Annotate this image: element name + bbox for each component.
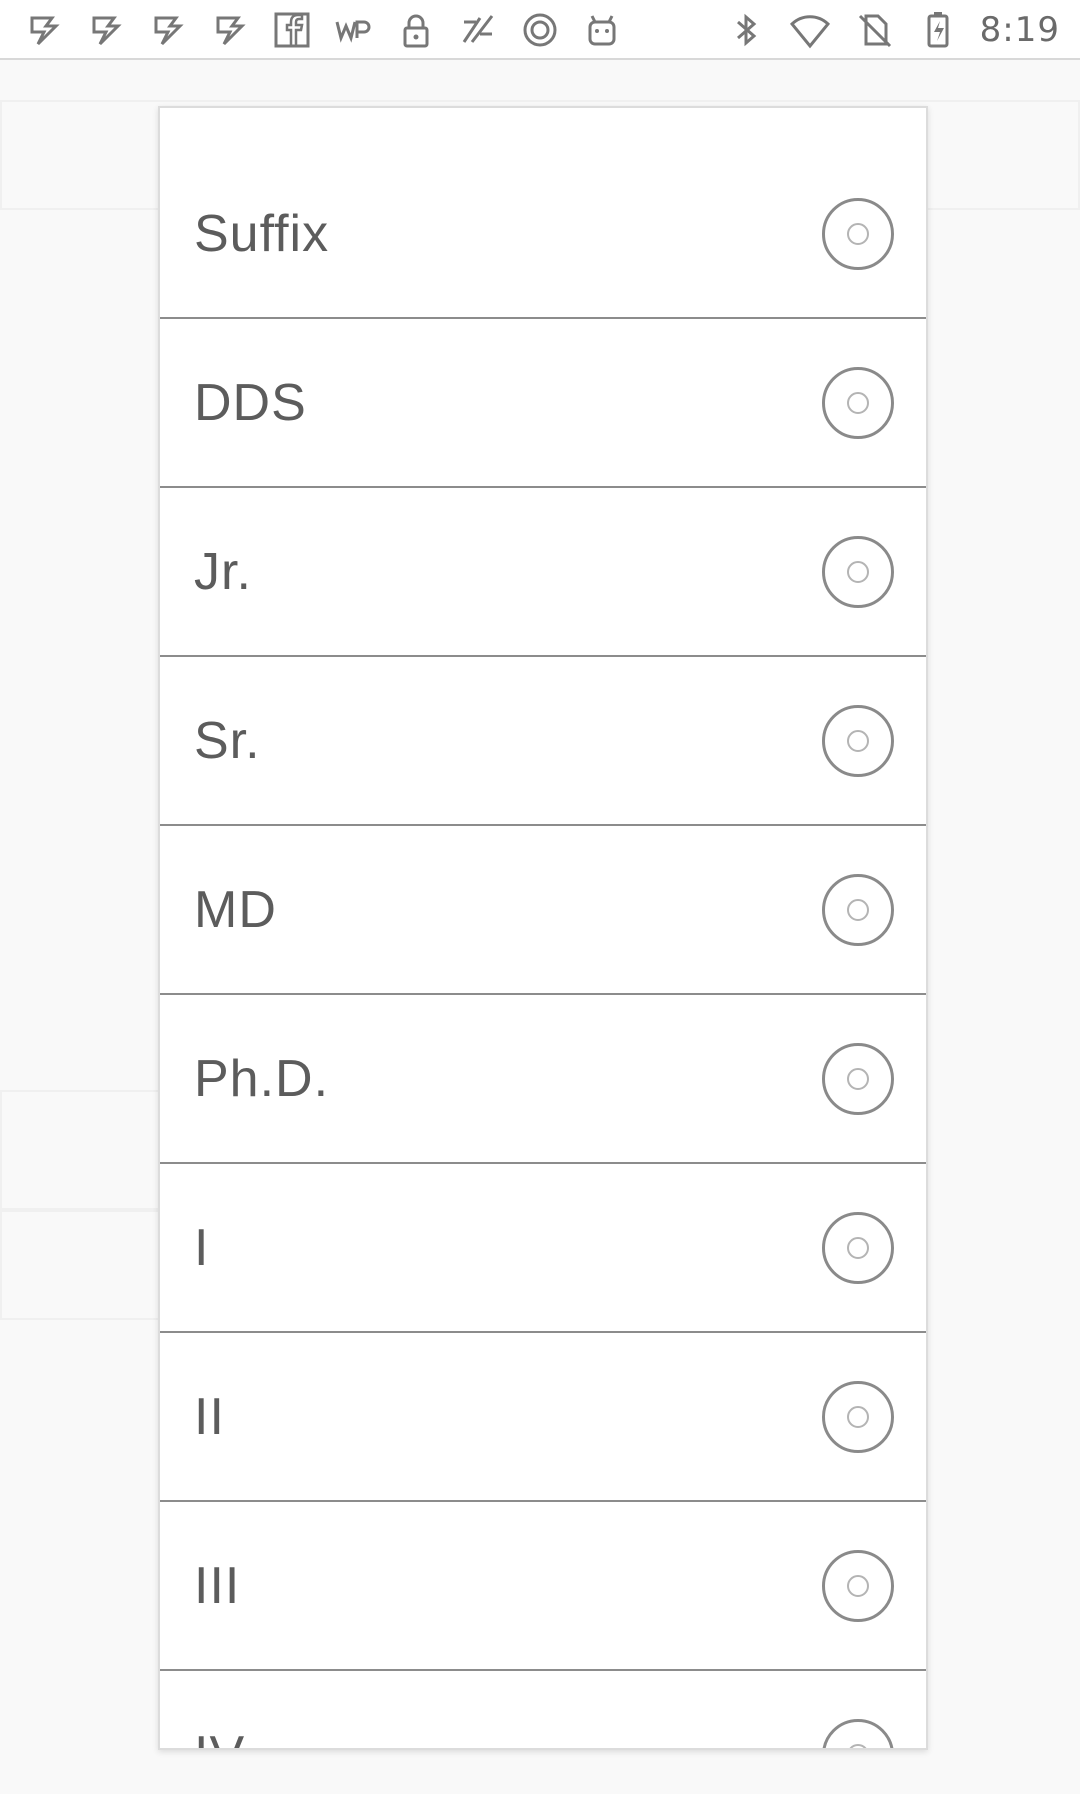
radio-dot (847, 1236, 869, 1259)
suffix-option[interactable]: II (160, 1333, 926, 1502)
background-field (0, 1090, 160, 1210)
radio-button[interactable] (822, 1718, 894, 1748)
suffix-option[interactable]: MD (160, 826, 926, 995)
radio-dot (847, 1574, 869, 1597)
clock: 8:19 (979, 10, 1060, 50)
radio-button[interactable] (822, 1042, 894, 1115)
option-label: Sr. (194, 711, 261, 770)
option-label: IV (194, 1725, 245, 1749)
notification-icons (22, 8, 624, 52)
radio-dot (847, 1743, 869, 1748)
android-icon (580, 8, 624, 52)
system-icons: 8:19 (724, 8, 1060, 52)
washington-post-icon (332, 8, 376, 52)
radio-dot (847, 1067, 869, 1090)
suffix-option[interactable]: Jr. (160, 488, 926, 657)
suffix-option[interactable]: DDS (160, 319, 926, 488)
suffix-option[interactable]: IV (160, 1671, 926, 1749)
suffix-option-list: Suffix DDS Jr. Sr. MD Ph.D. I II III (160, 150, 926, 1749)
radio-button[interactable] (822, 1380, 894, 1453)
suffix-option[interactable]: I (160, 1164, 926, 1333)
battery-charging-icon (916, 8, 960, 52)
option-label: Suffix (194, 204, 330, 263)
radio-button[interactable] (822, 366, 894, 439)
radio-dot (847, 1405, 869, 1428)
status-bar: 8:19 (0, 0, 1080, 60)
facebook-icon (270, 8, 314, 52)
suffix-option[interactable]: III (160, 1502, 926, 1671)
radio-button[interactable] (822, 704, 894, 777)
radio-dot (847, 898, 869, 921)
radio-dot (847, 560, 869, 583)
app-notification-icon (22, 8, 66, 52)
app-notification-icon (84, 8, 128, 52)
app-notification-icon (146, 8, 190, 52)
sports-app-icon (456, 8, 500, 52)
option-label: I (194, 1218, 210, 1277)
option-label: Jr. (194, 542, 252, 601)
radio-button[interactable] (822, 535, 894, 608)
option-label: Ph.D. (194, 1049, 330, 1108)
radio-dot (847, 391, 869, 414)
option-label: II (194, 1387, 225, 1446)
suffix-option[interactable]: Sr. (160, 657, 926, 826)
option-label: III (194, 1556, 241, 1615)
radio-button[interactable] (822, 1549, 894, 1622)
app-notification-icon (208, 8, 252, 52)
option-label: MD (194, 880, 277, 939)
radio-dot (847, 222, 869, 245)
no-sim-icon (852, 8, 896, 52)
bluetooth-icon (724, 8, 768, 52)
radio-dot (847, 729, 869, 752)
background-field (0, 1210, 160, 1320)
option-label: DDS (194, 373, 307, 432)
radio-button[interactable] (822, 1211, 894, 1284)
suffix-option[interactable]: Ph.D. (160, 995, 926, 1164)
wifi-icon (788, 8, 832, 52)
app-circle-icon (518, 8, 562, 52)
radio-button[interactable] (822, 873, 894, 946)
lock-icon (394, 8, 438, 52)
suffix-picker-dialog: Suffix DDS Jr. Sr. MD Ph.D. I II III (158, 106, 928, 1750)
radio-button[interactable] (822, 197, 894, 270)
suffix-option[interactable]: Suffix (160, 150, 926, 319)
